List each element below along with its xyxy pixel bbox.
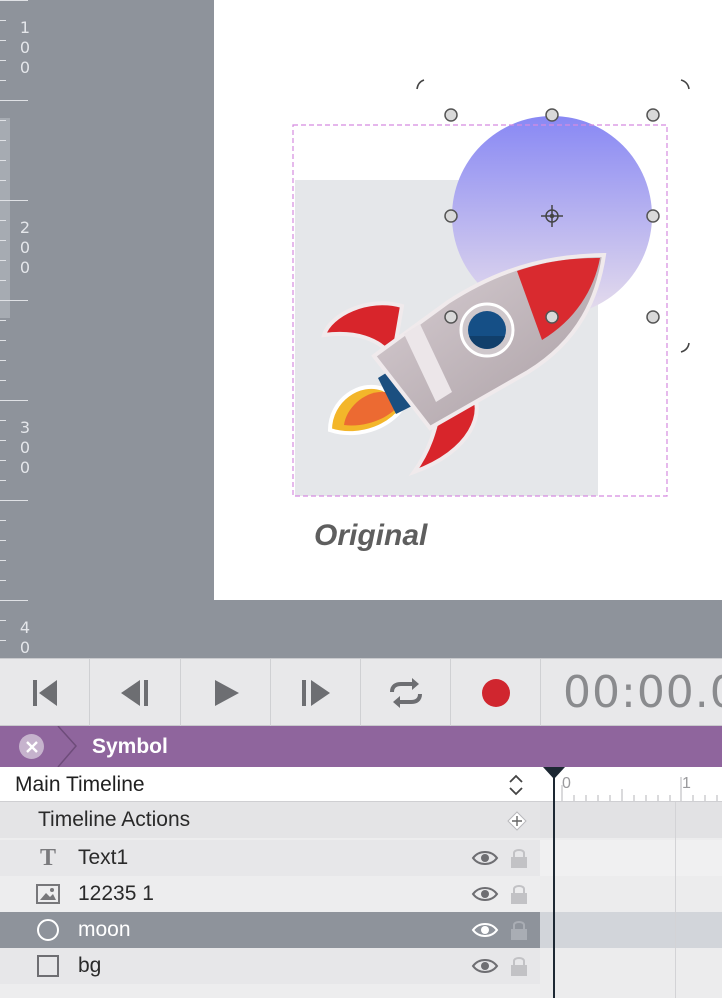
timeline-actions-row[interactable]: Timeline Actions bbox=[0, 802, 540, 838]
previous-frame-button[interactable] bbox=[91, 659, 181, 726]
up-down-chevron-icon bbox=[509, 774, 523, 796]
visibility-eye-icon[interactable] bbox=[471, 958, 499, 974]
rectangle-icon bbox=[36, 955, 60, 977]
record-button[interactable] bbox=[451, 659, 541, 726]
symbol-breadcrumb-bar: Symbol bbox=[0, 726, 722, 767]
skip-to-start-icon bbox=[32, 679, 57, 706]
layer-row-text1[interactable]: T Text1 bbox=[0, 840, 540, 876]
lock-icon[interactable] bbox=[509, 955, 529, 977]
timeline-selector-label: Main Timeline bbox=[15, 773, 145, 796]
record-icon bbox=[481, 678, 510, 707]
go-to-start-button[interactable] bbox=[0, 659, 90, 726]
track-row-image[interactable] bbox=[540, 876, 722, 912]
play-button[interactable] bbox=[181, 659, 271, 726]
layer-row-bg[interactable]: bg bbox=[0, 948, 540, 984]
track-row-bg[interactable] bbox=[540, 948, 722, 984]
stage-artwork[interactable] bbox=[0, 0, 722, 658]
loop-icon bbox=[389, 677, 422, 708]
loop-button[interactable] bbox=[361, 659, 451, 726]
timeline-actions-label: Timeline Actions bbox=[38, 808, 191, 831]
next-frame-button[interactable] bbox=[271, 659, 361, 726]
visibility-eye-icon[interactable] bbox=[471, 922, 499, 938]
timeline-selector[interactable]: Main Timeline bbox=[0, 767, 540, 802]
canvas-area[interactable]: 100 200 300 40 Original bbox=[0, 0, 722, 658]
transform-handle-top-left[interactable] bbox=[444, 108, 458, 122]
visibility-eye-icon[interactable] bbox=[471, 850, 499, 866]
lock-icon[interactable] bbox=[509, 919, 529, 941]
playhead-line[interactable] bbox=[553, 775, 555, 998]
play-icon bbox=[214, 679, 239, 706]
second-gridline bbox=[675, 802, 676, 998]
close-symbol-button[interactable] bbox=[19, 734, 44, 759]
layer-name: bg bbox=[78, 954, 102, 977]
transform-handle-bottom[interactable] bbox=[545, 310, 559, 324]
transform-handle-left[interactable] bbox=[444, 209, 458, 223]
timeline-ruler-label-1: 1 bbox=[682, 775, 691, 792]
timeline-ruler[interactable]: 0 1 bbox=[540, 767, 722, 802]
track-row-text1[interactable] bbox=[540, 840, 722, 876]
lock-icon[interactable] bbox=[509, 883, 529, 905]
transform-handle-right[interactable] bbox=[646, 209, 660, 223]
image-icon bbox=[36, 883, 60, 905]
layer-name: 12235 1 bbox=[78, 882, 154, 905]
transform-handle-top[interactable] bbox=[545, 108, 559, 122]
transform-handle-bottom-left[interactable] bbox=[444, 310, 458, 324]
layer-name: Text1 bbox=[78, 846, 129, 869]
layer-row-moon[interactable]: moon bbox=[0, 912, 540, 948]
lock-icon[interactable] bbox=[509, 847, 529, 869]
track-row-actions[interactable] bbox=[540, 802, 722, 838]
transform-handle-top-right[interactable] bbox=[646, 108, 660, 122]
visibility-eye-icon[interactable] bbox=[471, 886, 499, 902]
close-icon bbox=[25, 740, 38, 753]
text-icon: T bbox=[39, 844, 56, 871]
caption-text[interactable]: Original bbox=[314, 519, 427, 553]
layer-row-image[interactable]: 12235 1 bbox=[0, 876, 540, 912]
transform-handle-bottom-right[interactable] bbox=[646, 310, 660, 324]
layer-name: moon bbox=[78, 918, 131, 941]
add-action-icon[interactable] bbox=[506, 810, 528, 832]
track-row-moon[interactable] bbox=[540, 912, 722, 948]
step-back-icon bbox=[120, 679, 148, 706]
symbol-title[interactable]: Symbol bbox=[92, 735, 168, 759]
ellipse-icon bbox=[36, 919, 60, 941]
timeline-track-area[interactable]: 0 1 bbox=[540, 767, 722, 998]
breadcrumb-chevron-icon bbox=[57, 726, 77, 767]
step-forward-icon bbox=[301, 679, 330, 706]
transport-bar: 00:00.0 bbox=[0, 658, 722, 726]
timecode-display: 00:00.0 bbox=[563, 667, 722, 718]
